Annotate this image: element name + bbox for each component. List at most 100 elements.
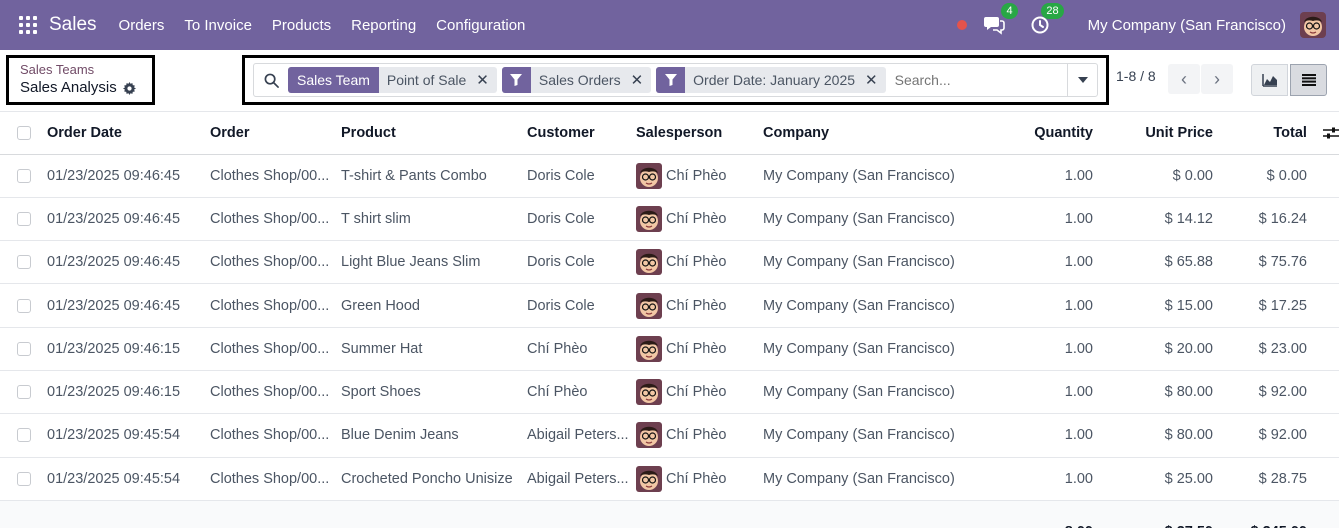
- row-select-cell[interactable]: [0, 327, 47, 371]
- row-checkbox[interactable]: [17, 428, 31, 443]
- column-header[interactable]: Order: [210, 112, 341, 155]
- column-header[interactable]: Order Date: [47, 112, 210, 155]
- row-select-cell[interactable]: [0, 197, 47, 242]
- table-row[interactable]: 01/23/2025 09:46:45 Clothes Shop/00... Gre…: [0, 283, 1339, 328]
- pager-next-button[interactable]: ›: [1201, 64, 1233, 94]
- product-cell: Green Hood: [341, 283, 527, 328]
- graph-view-button[interactable]: [1251, 64, 1288, 96]
- column-header[interactable]: Company: [763, 112, 983, 155]
- table-row[interactable]: 01/23/2025 09:46:15 Clothes Shop/00... Sum…: [0, 327, 1339, 371]
- total-cell: $ 92.00: [1213, 413, 1339, 458]
- search-icon[interactable]: [264, 73, 279, 88]
- customer-cell: Abigail Peters...: [527, 457, 636, 501]
- table-row[interactable]: 01/23/2025 09:45:54 Clothes Shop/00... Blu…: [0, 413, 1339, 458]
- column-header[interactable]: Salesperson: [636, 112, 763, 155]
- row-select-cell[interactable]: [0, 240, 47, 285]
- chevron-left-icon: ‹: [1181, 68, 1187, 89]
- column-header-total[interactable]: Total: [1213, 112, 1339, 155]
- row-checkbox[interactable]: [17, 298, 31, 313]
- apps-menu-icon[interactable]: [19, 16, 37, 34]
- app-name[interactable]: Sales: [49, 14, 97, 36]
- column-header[interactable]: Unit Price: [1093, 112, 1213, 155]
- menu-to-invoice[interactable]: To Invoice: [184, 17, 252, 34]
- search-input[interactable]: [894, 72, 1075, 88]
- column-header[interactable]: Quantity: [983, 112, 1093, 155]
- company-cell: My Company (San Francisco): [763, 154, 983, 198]
- pager-value[interactable]: 1-8 / 8: [1116, 68, 1156, 84]
- close-icon[interactable]: ✕: [629, 67, 652, 93]
- order-cell: Clothes Shop/00...: [210, 327, 341, 371]
- unit-price-cell: $ 15.00: [1093, 283, 1213, 328]
- table-row[interactable]: 01/23/2025 09:45:54 Clothes Shop/00... Cro…: [0, 457, 1339, 501]
- facet-filter-sales-orders[interactable]: Sales Orders ✕: [501, 67, 652, 93]
- pager-previous-button[interactable]: ‹: [1168, 64, 1200, 94]
- status-dot-icon[interactable]: [956, 20, 967, 30]
- customer-cell: Doris Cole: [527, 283, 636, 328]
- optional-columns-icon[interactable]: [1323, 126, 1339, 140]
- product-cell: Light Blue Jeans Slim: [341, 240, 527, 285]
- company-cell: My Company (San Francisco): [763, 327, 983, 371]
- table-row[interactable]: 01/23/2025 09:46:45 Clothes Shop/00... T-s…: [0, 154, 1339, 198]
- search-options-toggle[interactable]: [1067, 64, 1097, 96]
- breadcrumb-parent-link[interactable]: Sales Teams: [20, 62, 141, 78]
- company-cell: My Company (San Francisco): [763, 413, 983, 458]
- messages-button[interactable]: 4: [982, 3, 1018, 37]
- column-header[interactable]: Customer: [527, 112, 636, 155]
- table-row[interactable]: 01/23/2025 09:46:45 Clothes Shop/00... T s…: [0, 197, 1339, 242]
- table-row[interactable]: 01/23/2025 09:46:45 Clothes Shop/00... Lig…: [0, 240, 1339, 285]
- sales-analysis-table: Order Date Order Product Customer Salesp…: [0, 112, 1339, 528]
- menu-orders[interactable]: Orders: [119, 17, 165, 34]
- row-checkbox[interactable]: [17, 341, 31, 356]
- close-icon[interactable]: ✕: [474, 67, 497, 93]
- menu-products[interactable]: Products: [272, 17, 331, 34]
- unit-price-cell: $ 20.00: [1093, 327, 1213, 371]
- salesperson-cell: Chí Phèo: [636, 154, 763, 198]
- select-all-checkbox[interactable]: [17, 125, 31, 140]
- order-cell: Clothes Shop/00...: [210, 197, 341, 242]
- order-cell: Clothes Shop/00...: [210, 370, 341, 415]
- facet-value: Order Date: January 2025: [693, 72, 856, 88]
- salesperson-cell: Chí Phèo: [636, 370, 763, 415]
- breadcrumb-current: Sales Analysis: [20, 78, 141, 98]
- column-header[interactable]: Product: [341, 112, 527, 155]
- unit-price-cell: $ 14.12: [1093, 197, 1213, 242]
- unit-price-cell: $ 0.00: [1093, 154, 1213, 198]
- row-select-cell[interactable]: [0, 283, 47, 328]
- menu-configuration[interactable]: Configuration: [436, 17, 525, 34]
- salesperson-name: Chí Phèo: [666, 340, 727, 357]
- menu-reporting[interactable]: Reporting: [351, 17, 416, 34]
- salesperson-cell: Chí Phèo: [636, 457, 763, 501]
- customer-cell: Doris Cole: [527, 197, 636, 242]
- company-cell: My Company (San Francisco): [763, 457, 983, 501]
- company-switcher[interactable]: My Company (San Francisco): [1088, 17, 1286, 34]
- row-select-cell[interactable]: [0, 154, 47, 198]
- select-all-header[interactable]: [0, 112, 47, 155]
- chevron-right-icon: ›: [1214, 68, 1220, 89]
- search-bar[interactable]: Sales Team Point of Sale ✕ Sales Orders …: [253, 63, 1098, 97]
- row-select-cell[interactable]: [0, 370, 47, 415]
- product-cell: Summer Hat: [341, 327, 527, 371]
- row-checkbox[interactable]: [17, 255, 31, 270]
- column-header[interactable]: Total: [1273, 125, 1307, 141]
- facet-filter-order-date[interactable]: Order Date: January 2025 ✕: [656, 67, 886, 93]
- facet-groupby[interactable]: Sales Team Point of Sale ✕: [288, 67, 497, 93]
- order-date-cell: 01/23/2025 09:46:45: [47, 240, 210, 285]
- activities-button[interactable]: 28: [1028, 3, 1064, 37]
- row-checkbox[interactable]: [17, 211, 31, 226]
- list-view-button[interactable]: [1290, 64, 1327, 96]
- gear-icon[interactable]: [122, 81, 136, 95]
- close-icon[interactable]: ✕: [863, 67, 886, 93]
- table-row[interactable]: 01/23/2025 09:46:15 Clothes Shop/00... Spo…: [0, 370, 1339, 415]
- quantity-cell: 1.00: [983, 283, 1093, 328]
- company-cell: My Company (San Francisco): [763, 240, 983, 285]
- user-avatar[interactable]: [1300, 12, 1326, 38]
- row-checkbox[interactable]: [17, 471, 31, 486]
- row-checkbox[interactable]: [17, 168, 31, 183]
- facet-label: Sales Team: [288, 67, 379, 93]
- customer-cell: Doris Cole: [527, 240, 636, 285]
- row-select-cell[interactable]: [0, 413, 47, 458]
- avatar: [636, 205, 662, 232]
- search-panel: Sales Team Point of Sale ✕ Sales Orders …: [242, 55, 1109, 105]
- row-checkbox[interactable]: [17, 385, 31, 400]
- row-select-cell[interactable]: [0, 457, 47, 501]
